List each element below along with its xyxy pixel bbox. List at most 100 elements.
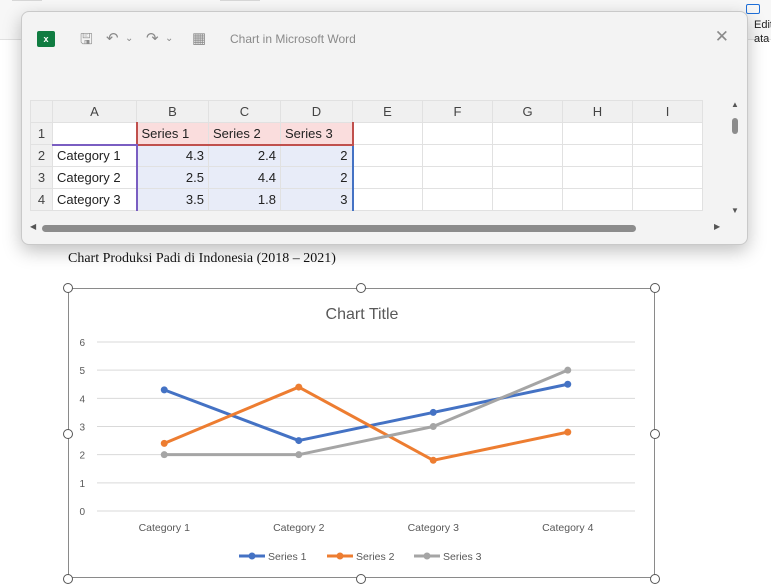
cell[interactable]: 3.5	[136, 188, 209, 211]
chart-title: Chart Title	[326, 306, 399, 323]
vertical-scroll-thumb[interactable]	[732, 118, 738, 134]
window-titlebar[interactable]: x 🖫 ↶ ⌄ ↷ ⌄ ▦ Chart in Microsoft Word ✕	[22, 12, 747, 66]
scroll-left-icon[interactable]: ◀	[30, 222, 36, 231]
cell[interactable]	[352, 122, 423, 145]
cell[interactable]	[52, 122, 137, 146]
horizontal-scroll-thumb[interactable]	[42, 225, 636, 232]
y-tick-label: 6	[79, 338, 85, 349]
data-point	[160, 439, 168, 447]
cell[interactable]	[562, 144, 633, 167]
column-header[interactable]: B	[136, 100, 209, 123]
cell[interactable]	[352, 144, 423, 167]
scroll-up-icon[interactable]: ▲	[731, 100, 739, 109]
cell[interactable]	[492, 188, 563, 211]
x-tick-label: Category 4	[542, 522, 594, 534]
y-tick-label: 3	[79, 423, 85, 434]
cell[interactable]: 2	[280, 166, 354, 189]
scroll-right-icon[interactable]: ▶	[714, 222, 720, 231]
cell[interactable]: Series 3	[280, 122, 354, 146]
horizontal-scrollbar[interactable]: ◀ ▶	[30, 222, 730, 234]
column-header[interactable]: D	[280, 100, 353, 123]
scroll-down-icon[interactable]: ▼	[731, 206, 739, 215]
cell[interactable]	[352, 188, 423, 211]
y-tick-label: 2	[79, 451, 85, 462]
legend-label: Series 1	[268, 551, 307, 563]
cell[interactable]	[422, 122, 493, 145]
resize-handle[interactable]	[356, 574, 366, 584]
column-header[interactable]: I	[632, 100, 703, 123]
line-chart: Chart Title 0 1 2 3 4 5 6 Category 1 Category 2 Ca…	[79, 306, 635, 563]
cell[interactable]	[422, 144, 493, 167]
column-header[interactable]: A	[52, 100, 137, 123]
cell[interactable]: 1.8	[208, 188, 281, 211]
column-header[interactable]: E	[352, 100, 423, 123]
table-row: 4 Category 3 3.5 1.8 3	[30, 188, 703, 211]
data-point	[564, 428, 572, 436]
cell[interactable]	[492, 122, 563, 145]
cell[interactable]: 2.4	[208, 144, 281, 167]
resize-handle[interactable]	[356, 283, 366, 293]
cell[interactable]: Category 2	[52, 166, 138, 189]
row-header[interactable]: 2	[30, 144, 53, 167]
cell[interactable]	[492, 144, 563, 167]
cell[interactable]: 2.5	[136, 166, 209, 189]
legend-marker	[248, 552, 256, 560]
legend-label: Series 2	[356, 551, 395, 563]
row-header[interactable]: 4	[30, 188, 53, 211]
column-header[interactable]: C	[208, 100, 281, 123]
data-point	[564, 380, 572, 388]
resize-handle[interactable]	[63, 283, 73, 293]
cell[interactable]: Category 1	[52, 144, 138, 167]
column-header-row: A B C D E F G H I	[30, 100, 703, 123]
vertical-scrollbar[interactable]: ▲ ▼	[729, 100, 741, 218]
save-icon[interactable]: 🖫	[80, 29, 93, 54]
cell[interactable]: Category 3	[52, 188, 138, 211]
cell[interactable]: 4.4	[208, 166, 281, 189]
cell[interactable]	[562, 166, 633, 189]
cell[interactable]: Series 1	[135, 122, 209, 146]
cell[interactable]	[562, 188, 633, 211]
edit-data-button[interactable]: Edit ata	[754, 18, 771, 46]
close-icon[interactable]: ✕	[715, 27, 729, 47]
spreadsheet-grid[interactable]: A B C D E F G H I 1 Series 1 Series 2 Se…	[30, 100, 720, 220]
select-all-corner[interactable]	[30, 100, 53, 123]
redo-dropdown-icon[interactable]: ⌄	[165, 33, 173, 44]
edit-data-icon[interactable]	[746, 4, 760, 14]
data-point	[295, 383, 303, 391]
column-header[interactable]: H	[562, 100, 633, 123]
excel-app-icon: x	[37, 31, 55, 47]
resize-handle[interactable]	[650, 429, 660, 439]
redo-icon[interactable]: ↷	[146, 29, 159, 47]
edit-data-label-2: ata	[754, 33, 770, 45]
data-point	[429, 423, 437, 430]
resize-handle[interactable]	[650, 574, 660, 584]
row-header[interactable]: 3	[30, 166, 53, 189]
cell[interactable]	[632, 166, 703, 189]
row-header[interactable]: 1	[30, 122, 53, 145]
document-caption: Chart Produksi Padi di Indonesia (2018 –…	[68, 251, 336, 266]
cell[interactable]: 2	[280, 144, 354, 167]
resize-handle[interactable]	[63, 574, 73, 584]
cell[interactable]	[422, 188, 493, 211]
data-point	[429, 408, 437, 416]
cell[interactable]	[492, 166, 563, 189]
resize-handle[interactable]	[63, 429, 73, 439]
chart-frame[interactable]: Chart Title 0 1 2 3 4 5 6 Category 1 Category 2 Ca…	[68, 288, 655, 578]
cell[interactable]	[422, 166, 493, 189]
undo-dropdown-icon[interactable]: ⌄	[125, 33, 133, 44]
window-title: Chart in Microsoft Word	[230, 32, 356, 46]
data-point	[429, 456, 437, 464]
cell[interactable]	[562, 122, 633, 145]
cell[interactable]	[632, 144, 703, 167]
column-header[interactable]: G	[492, 100, 563, 123]
edit-in-excel-icon[interactable]: ▦	[192, 29, 206, 47]
cell[interactable]	[632, 122, 703, 145]
cell[interactable]: Series 2	[208, 122, 281, 146]
cell[interactable]: 3	[280, 188, 354, 211]
cell[interactable]: 4.3	[136, 144, 209, 167]
cell[interactable]	[632, 188, 703, 211]
cell[interactable]	[352, 166, 423, 189]
undo-icon[interactable]: ↶	[106, 29, 119, 47]
column-header[interactable]: F	[422, 100, 493, 123]
resize-handle[interactable]	[650, 283, 660, 293]
